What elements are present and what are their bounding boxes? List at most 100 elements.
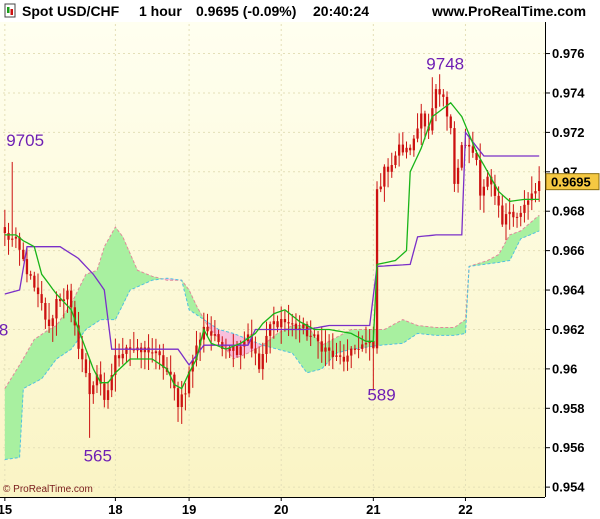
candle-body-76 bbox=[283, 319, 287, 323]
annotation-2: 565 bbox=[84, 446, 112, 465]
candle-body-63 bbox=[235, 345, 239, 355]
cloud-segment-103 bbox=[384, 327, 389, 345]
candle-body-124 bbox=[460, 145, 463, 168]
candle-body-86 bbox=[320, 341, 323, 352]
candle-body-129 bbox=[479, 159, 482, 196]
candle-body-109 bbox=[405, 147, 408, 153]
candle-body-112 bbox=[416, 128, 419, 139]
last-price-badge: 0.9695 bbox=[545, 173, 600, 191]
cloud-segment-75 bbox=[281, 329, 286, 352]
x-tick-label-0: 15 bbox=[0, 502, 12, 517]
candle-body-40 bbox=[151, 352, 154, 354]
candle-body-121 bbox=[449, 116, 452, 129]
candle-body-42 bbox=[158, 351, 161, 356]
cloud-segment-0 bbox=[4, 382, 9, 460]
cloud-segment-22 bbox=[85, 272, 90, 330]
candle-body-141 bbox=[523, 204, 526, 213]
annotation-1: 8 bbox=[0, 320, 8, 339]
candle-body-48 bbox=[180, 394, 183, 407]
cloud-segment-107 bbox=[399, 319, 404, 344]
cloud-segment-21 bbox=[82, 274, 87, 335]
x-tick-label-3: 20 bbox=[274, 502, 288, 517]
cloud-segment-119 bbox=[443, 327, 448, 336]
candle-body-103 bbox=[383, 166, 386, 187]
cloud-segment-11 bbox=[45, 329, 50, 374]
candle-body-135 bbox=[501, 205, 504, 225]
candle-body-12 bbox=[47, 319, 51, 326]
candle-body-32 bbox=[121, 353, 124, 359]
candle-body-144 bbox=[534, 191, 537, 194]
candle-body-74 bbox=[276, 321, 279, 328]
y-tick-label-8: 0.96 bbox=[552, 361, 577, 376]
cloud-segment-113 bbox=[421, 325, 426, 335]
candle-body-122 bbox=[453, 128, 456, 184]
candle-body-105 bbox=[390, 165, 393, 172]
candle-body-107 bbox=[398, 144, 401, 156]
candle-body-1 bbox=[7, 233, 10, 240]
instrument-name: Spot USD/CHF bbox=[22, 3, 120, 19]
candle-body-114 bbox=[423, 113, 427, 127]
cloud-segment-2 bbox=[12, 370, 17, 459]
candle-body-123 bbox=[456, 167, 460, 184]
candle-body-27 bbox=[103, 383, 106, 400]
cloud-segment-10 bbox=[41, 331, 46, 379]
candle-body-9 bbox=[36, 287, 40, 295]
candle-body-10 bbox=[40, 294, 43, 303]
candle-body-47 bbox=[176, 388, 180, 407]
y-tick-label-10: 0.956 bbox=[552, 440, 585, 455]
candle-body-94 bbox=[350, 348, 353, 356]
y-tick-label-4: 0.968 bbox=[552, 204, 585, 219]
candle-body-24 bbox=[92, 385, 95, 395]
candle-body-102 bbox=[379, 186, 382, 190]
candle-body-3 bbox=[14, 236, 18, 239]
candle-body-87 bbox=[324, 347, 327, 352]
chart-window: 9705 8 565 589 9748 0.976 0.974 0.972 0.97 0.968… bbox=[0, 0, 600, 519]
candle-body-145 bbox=[538, 181, 541, 191]
candle-body-6 bbox=[25, 259, 29, 275]
cloud-segment-6 bbox=[26, 345, 32, 387]
y-tick-label-5: 0.966 bbox=[552, 243, 585, 258]
candle-body-127 bbox=[471, 146, 474, 153]
candle-body-134 bbox=[497, 195, 500, 206]
candle-body-5 bbox=[22, 249, 25, 260]
candle-body-11 bbox=[44, 303, 47, 320]
y-tick-label-1: 0.974 bbox=[552, 85, 585, 100]
candle-body-73 bbox=[272, 321, 275, 325]
candle-body-41 bbox=[154, 351, 158, 354]
candle-body-17 bbox=[66, 290, 69, 300]
quote-label: 0.9695 (-0.09%) bbox=[196, 3, 296, 19]
cloud-segment-114 bbox=[424, 326, 430, 335]
candle-body-88 bbox=[328, 347, 331, 351]
y-tick-label-0: 0.976 bbox=[552, 46, 585, 61]
candle-body-22 bbox=[84, 359, 88, 374]
cloud-segment-120 bbox=[447, 327, 452, 336]
candle-body-113 bbox=[420, 113, 423, 129]
price-chart[interactable]: 970585655899748 0.9760.9740.9720.970.968… bbox=[0, 0, 600, 519]
candle-body-70 bbox=[261, 354, 264, 370]
candle-body-83 bbox=[309, 335, 312, 337]
candle-body-142 bbox=[527, 200, 530, 205]
candle-body-96 bbox=[357, 348, 360, 350]
x-tick-label-4: 21 bbox=[366, 502, 380, 517]
candle-body-78 bbox=[291, 323, 294, 325]
candle-body-84 bbox=[313, 334, 316, 336]
candle-body-55 bbox=[206, 326, 209, 332]
candle-body-28 bbox=[106, 390, 110, 400]
cloud-segment-23 bbox=[89, 271, 94, 327]
candle-body-58 bbox=[217, 334, 220, 343]
cloud-segment-1 bbox=[8, 376, 13, 460]
candle-body-39 bbox=[147, 347, 150, 353]
cloud-segment-109 bbox=[406, 321, 411, 341]
y-tick-label-2: 0.972 bbox=[552, 125, 585, 140]
cloud-segment-30 bbox=[115, 226, 120, 320]
candle-body-8 bbox=[33, 275, 36, 288]
candle-body-137 bbox=[508, 211, 511, 215]
cloud-segment-116 bbox=[432, 327, 437, 336]
annotation-4: 9748 bbox=[426, 54, 464, 73]
candle-body-119 bbox=[442, 94, 445, 97]
cloud-segment-3 bbox=[15, 364, 20, 459]
candle-body-21 bbox=[81, 348, 84, 360]
site-link[interactable]: www.ProRealTime.com bbox=[431, 3, 586, 19]
x-tick-label-1: 18 bbox=[108, 502, 122, 517]
y-tick-label-6: 0.964 bbox=[552, 283, 585, 298]
